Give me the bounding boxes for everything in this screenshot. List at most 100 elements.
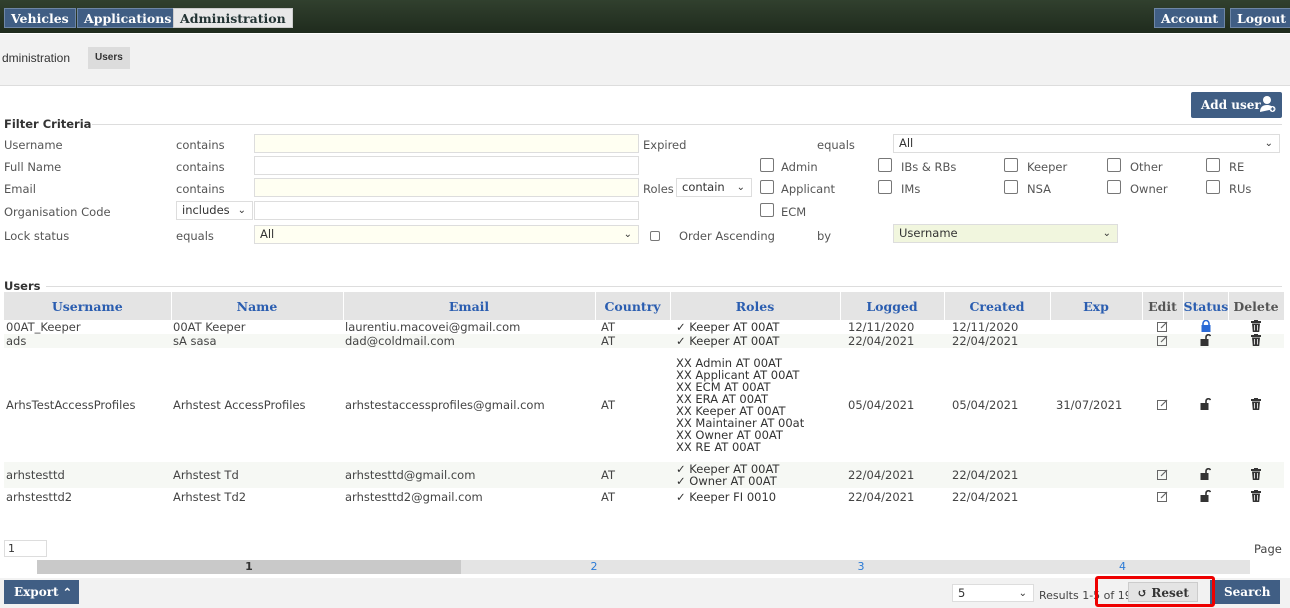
cell-email: dad@coldmail.com: [343, 334, 595, 348]
edit-icon[interactable]: [1157, 469, 1168, 480]
lock-status-operator: equals: [176, 229, 214, 243]
cell-delete: [1228, 348, 1284, 462]
role-checkbox-admin[interactable]: [760, 158, 774, 172]
edit-icon[interactable]: [1157, 335, 1168, 346]
search-button[interactable]: Search: [1210, 580, 1280, 604]
add-user-button[interactable]: Add user: [1191, 92, 1282, 118]
lock-icon[interactable]: [1201, 319, 1211, 332]
cell-edit: [1142, 320, 1183, 334]
cell-created: 05/04/2021: [952, 398, 1019, 412]
cell-name: Arhstest Td: [171, 462, 343, 488]
unlock-icon[interactable]: [1200, 397, 1212, 410]
breadcrumb: [0, 34, 1290, 86]
col-header-country[interactable]: Country: [595, 292, 671, 320]
nav-account[interactable]: Account: [1154, 8, 1226, 28]
role-entry: ✓ Owner AT 00AT: [676, 474, 777, 488]
col-header-status[interactable]: Status: [1183, 292, 1229, 320]
orgcode-operator-select[interactable]: includes ⌄: [176, 201, 253, 220]
nav-logout[interactable]: Logout: [1230, 8, 1290, 28]
col-header-roles[interactable]: Roles: [670, 292, 841, 320]
unlock-icon[interactable]: [1200, 467, 1212, 480]
role-checkbox-ecm[interactable]: [760, 203, 774, 217]
nav-administration[interactable]: Administration: [173, 8, 293, 28]
cell-logged: 12/11/2020: [848, 320, 915, 334]
col-header-logged[interactable]: Logged: [840, 292, 945, 320]
role-label-ibs-rbs: IBs & RBs: [901, 160, 957, 174]
role-label-keeper: Keeper: [1027, 160, 1068, 174]
unlock-icon[interactable]: [1200, 333, 1212, 346]
role-checkbox-applicant[interactable]: [760, 180, 774, 194]
order-ascending-checkbox[interactable]: [650, 231, 660, 241]
role-label-ims: IMs: [901, 182, 921, 196]
edit-icon[interactable]: [1157, 321, 1168, 332]
chevron-down-icon: ⌄: [623, 229, 632, 240]
col-header-username[interactable]: Username: [4, 292, 172, 320]
cell-name: Arhstest Td2: [173, 490, 247, 504]
role-label-ecm: ECM: [781, 205, 807, 219]
roles-operator-select[interactable]: contain ⌄: [676, 178, 752, 197]
chevron-down-icon: ⌄: [237, 205, 246, 216]
role-checkbox-owner[interactable]: [1107, 180, 1121, 194]
unlock-icon[interactable]: [1200, 489, 1212, 502]
edit-icon[interactable]: [1157, 491, 1168, 502]
col-header-exp[interactable]: Exp: [1050, 292, 1143, 320]
cell-name: 00AT Keeper: [173, 320, 246, 334]
page-link-4[interactable]: 4: [995, 560, 1250, 574]
cell-name: sA sasa: [171, 334, 343, 348]
col-header-email[interactable]: Email: [343, 292, 596, 320]
trash-icon[interactable]: [1251, 398, 1261, 410]
cell-status: [1183, 462, 1228, 488]
role-checkbox-other[interactable]: [1107, 158, 1121, 172]
role-checkbox-ibs-rbs[interactable]: [878, 158, 892, 172]
cell-email: arhstesttd@gmail.com: [343, 462, 595, 488]
cell-created: 22/04/2021: [944, 334, 1050, 348]
role-checkbox-rus[interactable]: [1206, 180, 1220, 194]
trash-icon[interactable]: [1251, 334, 1261, 346]
role-checkbox-nsa[interactable]: [1004, 180, 1018, 194]
order-by-select[interactable]: Username ⌄: [893, 224, 1118, 243]
orgcode-input[interactable]: [254, 201, 639, 220]
users-title: Users: [4, 279, 41, 293]
email-input[interactable]: [254, 178, 639, 197]
cell-username: ads: [4, 334, 171, 348]
cell-username: ArhsTestAccessProfiles: [6, 398, 136, 412]
roles-label: Roles: [643, 182, 674, 196]
export-button[interactable]: Export ⌃: [4, 580, 79, 604]
breadcrumb-users[interactable]: Users: [88, 47, 130, 69]
lock-status-select[interactable]: All ⌄: [254, 225, 639, 244]
nav-applications[interactable]: Applications: [77, 8, 179, 28]
role-entry: ✓ Keeper AT 00AT: [676, 320, 780, 334]
cell-username: 00AT_Keeper: [6, 320, 81, 334]
role-checkbox-keeper[interactable]: [1004, 158, 1018, 172]
cell-edit: [1142, 488, 1183, 506]
edit-icon[interactable]: [1157, 399, 1168, 410]
page-link-1[interactable]: 1: [37, 560, 461, 574]
trash-icon[interactable]: [1251, 320, 1261, 332]
cell-delete: [1228, 334, 1284, 348]
role-checkbox-re[interactable]: [1206, 158, 1220, 172]
role-label-other: Other: [1130, 160, 1163, 174]
cell-country: AT: [601, 398, 615, 412]
role-label-rus: RUs: [1229, 182, 1252, 196]
role-checkbox-ims[interactable]: [878, 180, 892, 194]
page-number-input[interactable]: 1: [4, 540, 47, 557]
col-header-name[interactable]: Name: [171, 292, 344, 320]
page-link-3[interactable]: 3: [727, 560, 995, 574]
expired-select[interactable]: All ⌄: [893, 134, 1280, 153]
page-link-2[interactable]: 2: [461, 560, 727, 574]
cell-delete: [1228, 462, 1284, 488]
cell-delete: [1228, 320, 1284, 334]
col-header-created[interactable]: Created: [944, 292, 1051, 320]
trash-icon[interactable]: [1251, 490, 1261, 502]
breadcrumb-administration[interactable]: dministration: [2, 51, 70, 65]
fullname-input[interactable]: [254, 156, 639, 175]
trash-icon[interactable]: [1251, 468, 1261, 480]
table-row: ArhsTestAccessProfiles Arhstest AccessPro…: [4, 348, 1284, 462]
cell-exp: 31/07/2021: [1056, 398, 1123, 412]
nav-vehicles[interactable]: Vehicles: [4, 8, 76, 28]
page-size-select[interactable]: 5 ⌄: [952, 584, 1034, 602]
cell-created: 22/04/2021: [944, 462, 1050, 488]
cell-roles: ✓ Keeper FI 0010: [670, 488, 840, 506]
table-row: arhstesttd Arhstest Td arhstesttd@gmail.co…: [4, 462, 1284, 488]
username-input[interactable]: [254, 134, 639, 153]
